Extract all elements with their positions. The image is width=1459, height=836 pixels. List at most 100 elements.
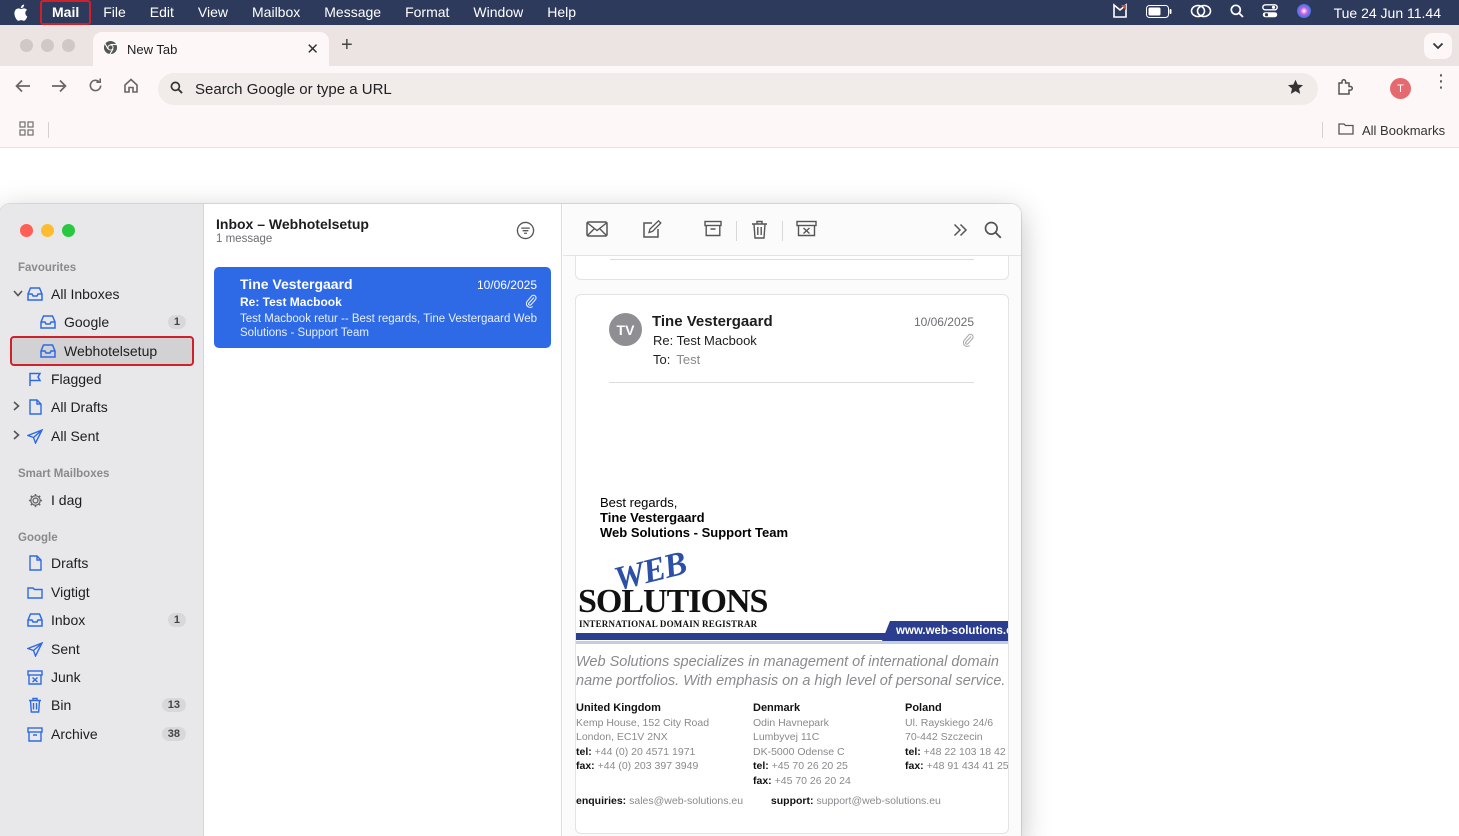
contact-emails: enquiries: sales@web-solutions.eu suppor… <box>576 795 941 807</box>
siri-icon[interactable] <box>1296 3 1312 22</box>
tagline-line: Web Solutions specializes in management … <box>576 654 999 670</box>
fax-line: fax: +44 (0) 203 397 3949 <box>576 759 709 774</box>
sidebar-item-google-inbox[interactable]: Google 1 <box>0 309 204 335</box>
address-line: Odin Havnepark <box>753 716 829 729</box>
sidebar-item-drafts[interactable]: Drafts <box>0 550 204 576</box>
attachment-paperclip-icon <box>525 294 537 313</box>
control-center-icon[interactable] <box>1261 4 1278 21</box>
tab-new-tab[interactable]: New Tab ✕ <box>93 32 329 66</box>
extensions-puzzle-icon[interactable] <box>1336 78 1354 101</box>
apps-grid-icon[interactable] <box>19 121 34 141</box>
message-card: TV Tine Vestergaard 10/06/2025 Re: Test … <box>575 294 1009 834</box>
menu-message[interactable]: Message <box>312 0 393 25</box>
company-url-link[interactable]: www.web-solutions.eu <box>882 621 1008 641</box>
sidebar-item-label: Inbox <box>51 612 86 628</box>
chevron-down-icon[interactable] <box>13 288 23 300</box>
sidebar-item-vigtigt[interactable]: Vigtigt <box>0 579 204 605</box>
office-title: Poland <box>905 702 942 714</box>
bookmarks-divider <box>48 122 49 138</box>
spotlight-search-icon[interactable] <box>1230 4 1244 21</box>
smart-mailboxes-header: Smart Mailboxes <box>18 468 110 480</box>
sidebar-item-all-sent[interactable]: All Sent <box>0 423 204 449</box>
recipient-name[interactable]: Test <box>676 352 700 367</box>
archive-icon[interactable] <box>704 220 722 242</box>
get-mail-envelope-icon[interactable] <box>586 220 608 243</box>
status-app-icon[interactable] <box>1112 3 1128 22</box>
tel-label: tel: <box>753 760 769 772</box>
logo-solutions-text: SOLUTIONS <box>578 583 768 620</box>
toolbar-divider <box>782 221 783 241</box>
browser-menu-icon[interactable]: ⋮ <box>1432 72 1450 90</box>
new-tab-button[interactable]: + <box>341 34 353 57</box>
sidebar-item-all-inboxes[interactable]: All Inboxes <box>0 281 204 307</box>
phone-number: +44 (0) 20 4571 1971 <box>594 745 696 758</box>
junk-icon[interactable] <box>796 220 817 242</box>
filter-icon[interactable] <box>516 221 535 245</box>
reload-icon[interactable] <box>88 78 103 98</box>
phone-line: tel: +45 70 26 20 25 <box>753 759 851 774</box>
chevron-right-icon[interactable] <box>13 400 20 414</box>
sidebar-item-flagged[interactable]: Flagged <box>0 366 204 392</box>
minimize-window-button[interactable] <box>41 224 54 237</box>
tab-search-button[interactable] <box>1424 33 1452 59</box>
bookmark-star-icon[interactable] <box>1287 79 1304 100</box>
sidebar-item-inbox[interactable]: Inbox 1 <box>0 607 204 633</box>
zoom-window-button[interactable] <box>62 224 75 237</box>
menu-bar: Mail File Edit View Mailbox Message Form… <box>0 0 1459 25</box>
sidebar-item-sent[interactable]: Sent <box>0 636 204 662</box>
address-bar[interactable]: Search Google or type a URL <box>158 73 1318 105</box>
menu-clock[interactable]: Tue 24 Jun 11.44 <box>1334 5 1441 21</box>
forward-arrow-icon[interactable] <box>51 78 67 98</box>
zoom-window-button[interactable] <box>62 39 75 52</box>
close-window-button[interactable] <box>20 224 33 237</box>
browser-toolbar: Search Google or type a URL T ⋮ <box>0 66 1459 112</box>
logo-subtitle: INTERNATIONAL DOMAIN REGISTRAR <box>579 619 758 629</box>
sidebar-item-i-dag[interactable]: I dag <box>0 487 204 513</box>
fax-label: fax: <box>576 760 595 772</box>
message-list-item[interactable]: Tine Vestergaard 10/06/2025 Re: Test Mac… <box>214 267 551 348</box>
minimize-window-button[interactable] <box>41 39 54 52</box>
apple-icon[interactable] <box>0 4 40 21</box>
close-window-button[interactable] <box>20 39 33 52</box>
menu-window[interactable]: Window <box>461 0 535 25</box>
support-email-link[interactable]: support@web-solutions.eu <box>816 795 940 807</box>
sidebar-item-label: Archive <box>51 726 98 742</box>
compose-icon[interactable] <box>642 219 662 244</box>
sidebar-item-junk[interactable]: Junk <box>0 664 204 690</box>
fax-label: fax: <box>753 774 772 787</box>
back-arrow-icon[interactable] <box>15 78 31 98</box>
close-tab-icon[interactable]: ✕ <box>306 40 319 58</box>
junk-box-icon <box>27 669 43 685</box>
fax-line: fax: +45 70 26 20 24 <box>753 774 851 789</box>
menu-mail[interactable]: Mail <box>40 0 92 25</box>
address-placeholder: Search Google or type a URL <box>195 80 392 98</box>
sidebar-item-bin[interactable]: Bin 13 <box>0 692 204 718</box>
inbox-tray-icon <box>27 612 43 628</box>
count-badge: 13 <box>161 698 186 712</box>
sender-name[interactable]: Tine Vestergaard <box>652 313 773 330</box>
battery-icon[interactable] <box>1145 4 1172 21</box>
menu-mailbox[interactable]: Mailbox <box>240 0 312 25</box>
profile-avatar[interactable]: T <box>1390 78 1411 99</box>
address-line: Lumbyvej 11C <box>753 731 820 743</box>
search-icon[interactable] <box>984 221 1002 244</box>
menu-view[interactable]: View <box>186 0 240 25</box>
enquiries-email-link[interactable]: sales@web-solutions.eu <box>629 795 743 807</box>
home-icon[interactable] <box>123 78 139 98</box>
previous-message-card[interactable] <box>575 256 1009 280</box>
trash-icon[interactable] <box>751 220 768 244</box>
sidebar-item-webhotelsetup[interactable]: Webhotelsetup <box>0 338 204 364</box>
more-chevrons-icon[interactable] <box>953 223 968 242</box>
sidebar-item-all-drafts[interactable]: All Drafts <box>0 394 204 420</box>
tel-label: tel: <box>905 745 921 758</box>
link-icon[interactable] <box>1190 4 1212 21</box>
menu-file[interactable]: File <box>91 0 138 25</box>
menu-format[interactable]: Format <box>393 0 461 25</box>
menu-edit[interactable]: Edit <box>138 0 186 25</box>
sidebar-item-archive[interactable]: Archive 38 <box>0 721 204 747</box>
message-sender: Tine Vestergaard <box>240 276 353 292</box>
menu-help[interactable]: Help <box>535 0 588 25</box>
all-bookmarks-button[interactable]: All Bookmarks <box>1338 122 1445 138</box>
search-icon <box>170 81 183 98</box>
chevron-right-icon[interactable] <box>13 429 20 443</box>
